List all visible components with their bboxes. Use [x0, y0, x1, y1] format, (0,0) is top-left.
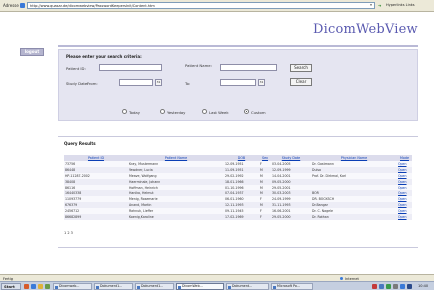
patient-name-input[interactable] [220, 64, 277, 71]
page-icon [20, 3, 25, 8]
taskbar-task[interactable]: Dokument1... [135, 283, 174, 290]
tray-antivirus-icon[interactable] [372, 284, 377, 289]
quicklaunch-folder-icon[interactable] [38, 284, 43, 289]
links-label[interactable]: Hyperlinks Links [386, 3, 415, 7]
from-label: From: [87, 81, 98, 86]
security-zone: Internet [340, 277, 359, 281]
to-calendar-icon[interactable]: 31 [258, 79, 265, 86]
cell-study-date: 29-05-2000 [271, 214, 311, 220]
radio-yesterday-dot[interactable] [160, 109, 165, 114]
pager[interactable]: 1 2 3 [64, 231, 73, 235]
quicklaunch-ie-icon[interactable] [31, 284, 36, 289]
tray-network-icon[interactable] [379, 284, 384, 289]
search-button[interactable]: Search [290, 64, 312, 72]
logout-button[interactable]: logout [20, 48, 44, 56]
table-row[interactable]: 86682899 Koenig,Karoline 17-02-1969 F 29-05-… [64, 214, 412, 220]
quicklaunch-browser-icon[interactable] [24, 284, 29, 289]
to-label: To: [185, 81, 191, 86]
taskbar-task[interactable]: Microsoft Po... [271, 283, 313, 290]
page-content: DicomWebView logout Please enter your se… [0, 12, 434, 274]
cell-physician-name: Dr. Rothan [311, 214, 397, 220]
results-title: Query Results [64, 141, 96, 146]
taskbar-task[interactable]: Dokument1... [94, 283, 133, 290]
address-bar: Adresse http://www.quasar.de/dicomwebvie… [0, 0, 434, 12]
cell-sex: F [259, 214, 271, 220]
search-title: Please enter your search criteria: [66, 54, 142, 59]
tray-volume-icon[interactable] [393, 284, 398, 289]
date-range-options: Today Yesterday Last Week Custom [122, 108, 292, 116]
internet-zone-icon [340, 277, 343, 280]
radio-last-week-dot[interactable] [202, 109, 207, 114]
quicklaunch-desktop-icon[interactable] [45, 284, 50, 289]
url-dropdown-icon[interactable]: ▾ [368, 3, 374, 8]
open-link[interactable]: Open [397, 214, 412, 220]
radio-yesterday-label: Yesterday [167, 109, 186, 115]
url-text[interactable]: http://www.quasar.de/dicomwebview/Passwo… [30, 4, 155, 8]
radio-custom-label: Custom [251, 109, 266, 115]
go-arrow-icon[interactable]: ➔ [378, 2, 383, 9]
from-date-input[interactable] [119, 79, 153, 86]
tray-display-icon[interactable] [400, 284, 405, 289]
header-divider [58, 45, 418, 47]
url-field[interactable]: http://www.quasar.de/dicomwebview/Passwo… [27, 2, 375, 9]
results-table: Patient ID Patient Name DOB Sex Study Da… [64, 155, 412, 220]
taskbar-task[interactable]: Dicomweb... [53, 283, 92, 290]
clock: 10:40 [418, 284, 429, 288]
tray-status-icon[interactable] [386, 284, 391, 289]
taskbar: Start Dicomweb... Dokument1... Dokument1..… [0, 281, 434, 290]
clear-button[interactable]: Clear [290, 78, 312, 86]
radio-today-dot[interactable] [122, 109, 127, 114]
radio-today-label: Today [129, 109, 140, 115]
cell-patient-id: 86682899 [64, 214, 128, 220]
start-button[interactable]: Start [1, 283, 21, 290]
results-body: 73756 Kray, Mustermann 12-09-1951 F 03-04-20… [64, 161, 412, 220]
radio-custom-dot[interactable] [244, 109, 249, 114]
patient-id-input[interactable] [99, 64, 162, 71]
search-panel: Please enter your search criteria: Patie… [58, 49, 418, 121]
cell-patient-name: Koenig,Karoline [128, 214, 224, 220]
study-date-label: Study Date: [66, 81, 89, 86]
status-text: Fertig [3, 276, 13, 281]
results-divider [58, 136, 418, 137]
radio-last-week-label: Last Week [209, 109, 229, 115]
status-bar: Fertig Internet [0, 274, 434, 281]
address-label: Adresse [3, 3, 19, 8]
to-date-input[interactable] [220, 79, 256, 86]
taskbar-task[interactable]: DicomWeb... [176, 283, 224, 290]
patient-id-label: Patient ID: [66, 66, 86, 71]
footer-divider [58, 247, 418, 248]
tray-keyboard-icon[interactable] [407, 284, 412, 289]
cell-dob: 17-02-1969 [224, 214, 259, 220]
app-logo: DicomWebView [313, 22, 418, 37]
zone-label: Internet [345, 276, 359, 281]
patient-name-label: Patient Name: [185, 63, 212, 68]
taskbar-task[interactable]: Dokument... [226, 283, 269, 290]
from-calendar-icon[interactable]: 31 [155, 79, 162, 86]
